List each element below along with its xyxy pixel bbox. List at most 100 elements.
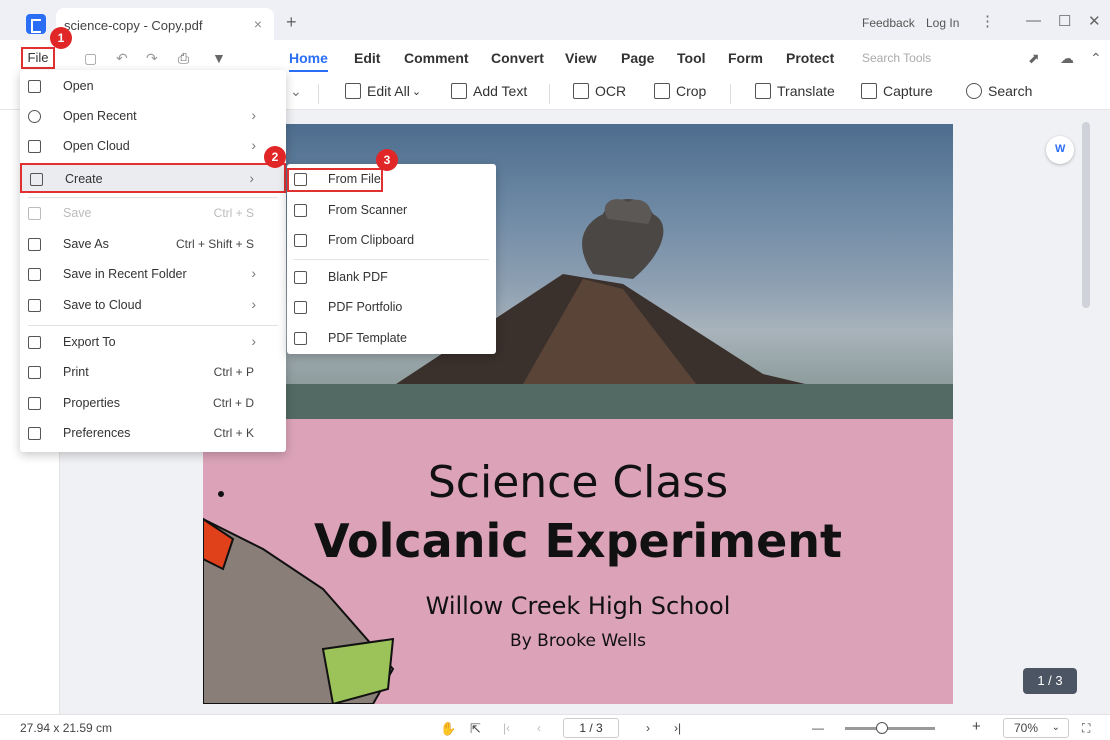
page-number-input[interactable]: 1 / 3: [563, 718, 619, 738]
search-button[interactable]: Search: [966, 83, 1032, 99]
chevron-right-icon: ›: [251, 296, 256, 312]
create-submenu: From File From Scanner From Clipboard Bl…: [287, 164, 496, 354]
menu-item-open[interactable]: Open: [20, 72, 286, 102]
menu-item-label: From Scanner: [328, 203, 408, 217]
menu-item-from-scanner[interactable]: From Scanner: [287, 196, 496, 226]
menu-item-label: Save to Cloud: [63, 298, 142, 312]
print-icon: [28, 366, 41, 379]
toolbar-dropdown-icon[interactable]: ⌄: [290, 83, 302, 100]
fit-page-icon[interactable]: ⛶: [1082, 721, 1090, 736]
edit-all-label: Edit All: [367, 83, 410, 99]
tab-convert[interactable]: Convert: [491, 50, 544, 66]
redo-icon[interactable]: ↷: [146, 50, 158, 67]
close-window-button[interactable]: ✕: [1088, 12, 1101, 30]
add-text-label: Add Text: [473, 83, 528, 99]
crop-button[interactable]: Crop: [654, 83, 706, 99]
capture-icon: [861, 83, 877, 99]
menu-item-preferences[interactable]: Preferences Ctrl + K: [20, 419, 286, 449]
capture-button[interactable]: Capture: [861, 83, 933, 99]
more-icon[interactable]: ⋮: [980, 12, 995, 30]
menu-item-label: PDF Portfolio: [328, 300, 403, 314]
next-page-icon[interactable]: ›: [646, 721, 650, 735]
feedback-link[interactable]: Feedback: [862, 16, 915, 30]
tab-form[interactable]: Form: [728, 50, 763, 66]
document-tab[interactable]: science-copy - Copy.pdf ×: [56, 8, 274, 40]
zoom-in-button[interactable]: +: [972, 718, 981, 735]
cover-area: Science Class Volcanic Experiment Willow…: [203, 419, 953, 704]
menu-item-create[interactable]: Create ›: [20, 163, 286, 193]
menu-item-from-clipboard[interactable]: From Clipboard: [287, 226, 496, 256]
menu-divider: [293, 259, 489, 260]
hand-tool-icon[interactable]: ✋: [440, 721, 456, 737]
blank-page-icon: [294, 271, 307, 284]
new-tab-button[interactable]: +: [286, 12, 297, 33]
zoom-slider-thumb[interactable]: [876, 722, 888, 734]
zoom-slider-track[interactable]: [845, 727, 935, 730]
save-icon[interactable]: ▢: [84, 50, 97, 67]
add-text-icon: [451, 83, 467, 99]
ocr-button[interactable]: OCR: [573, 83, 626, 99]
toolbar-divider: [549, 84, 550, 104]
login-link[interactable]: Log In: [926, 16, 959, 30]
search-tools-input[interactable]: Search Tools: [862, 51, 931, 65]
file-menu-button[interactable]: File: [21, 47, 55, 69]
menu-item-shortcut: Ctrl + S: [213, 206, 254, 220]
prev-page-icon[interactable]: ‹: [537, 721, 541, 735]
menu-item-label: Properties: [63, 396, 120, 410]
tab-protect[interactable]: Protect: [786, 50, 834, 66]
tab-home[interactable]: Home: [289, 50, 328, 72]
menu-item-save-as[interactable]: Save As Ctrl + Shift + S: [20, 230, 286, 260]
menu-item-save[interactable]: Save Ctrl + S: [20, 199, 286, 229]
menu-item-label: Blank PDF: [328, 270, 388, 284]
edit-icon: [345, 83, 361, 99]
customize-icon[interactable]: ▼: [212, 50, 226, 66]
tab-edit[interactable]: Edit: [354, 50, 380, 66]
menu-item-blank-pdf[interactable]: Blank PDF: [287, 263, 496, 293]
share-icon[interactable]: ⬈: [1028, 50, 1040, 67]
undo-icon[interactable]: ↶: [116, 50, 128, 67]
menu-item-label: Create: [65, 172, 103, 186]
portfolio-icon: [294, 301, 307, 314]
cover-school: Willow Creek High School: [425, 592, 731, 620]
menu-item-pdf-template[interactable]: PDF Template: [287, 324, 496, 354]
title-bar: science-copy - Copy.pdf × + Feedback Log…: [0, 0, 1110, 40]
menu-item-label: Export To: [63, 335, 116, 349]
menu-item-pdf-portfolio[interactable]: PDF Portfolio: [287, 293, 496, 323]
minimize-button[interactable]: —: [1026, 12, 1041, 29]
zoom-out-button[interactable]: —: [812, 721, 824, 735]
maximize-button[interactable]: ☐: [1058, 12, 1071, 30]
cloud-upload-icon[interactable]: ☁: [1060, 50, 1074, 67]
menu-item-properties[interactable]: Properties Ctrl + D: [20, 389, 286, 419]
tab-comment[interactable]: Comment: [404, 50, 469, 66]
app-logo-icon: [26, 14, 46, 34]
step-badge-3: 3: [376, 149, 398, 171]
crop-icon: [654, 83, 670, 99]
menu-item-label: Save: [63, 206, 92, 220]
print-icon[interactable]: ⎙: [178, 50, 189, 67]
menu-item-save-in-recent-folder[interactable]: Save in Recent Folder ›: [20, 260, 286, 290]
first-page-icon[interactable]: |‹: [503, 721, 510, 735]
save-icon: [28, 207, 41, 220]
menu-item-open-cloud[interactable]: Open Cloud ›: [20, 132, 286, 162]
cover-title-line1: Science Class: [427, 457, 729, 508]
last-page-icon[interactable]: ›|: [674, 721, 681, 735]
select-tool-icon[interactable]: ⇱: [470, 721, 481, 737]
vertical-scrollbar[interactable]: [1082, 122, 1090, 308]
close-tab-icon[interactable]: ×: [254, 16, 262, 32]
add-text-button[interactable]: Add Text: [451, 83, 527, 99]
convert-to-word-icon[interactable]: [1046, 136, 1074, 164]
zoom-select[interactable]: 70% ⌄: [1003, 718, 1069, 738]
menu-item-open-recent[interactable]: Open Recent ›: [20, 102, 286, 132]
edit-all-button[interactable]: Edit All ⌄: [345, 83, 421, 99]
chevron-right-icon: ›: [251, 333, 256, 349]
menu-item-export-to[interactable]: Export To ›: [20, 328, 286, 358]
step-badge-1: 1: [50, 27, 72, 49]
menu-item-save-to-cloud[interactable]: Save to Cloud ›: [20, 291, 286, 321]
menu-item-print[interactable]: Print Ctrl + P: [20, 358, 286, 388]
tab-page[interactable]: Page: [621, 50, 654, 66]
translate-button[interactable]: Translate: [755, 83, 835, 99]
tab-tool[interactable]: Tool: [677, 50, 706, 66]
collapse-ribbon-icon[interactable]: ⌃: [1090, 50, 1102, 67]
tab-view[interactable]: View: [565, 50, 597, 66]
cover-author: By Brooke Wells: [510, 631, 646, 651]
